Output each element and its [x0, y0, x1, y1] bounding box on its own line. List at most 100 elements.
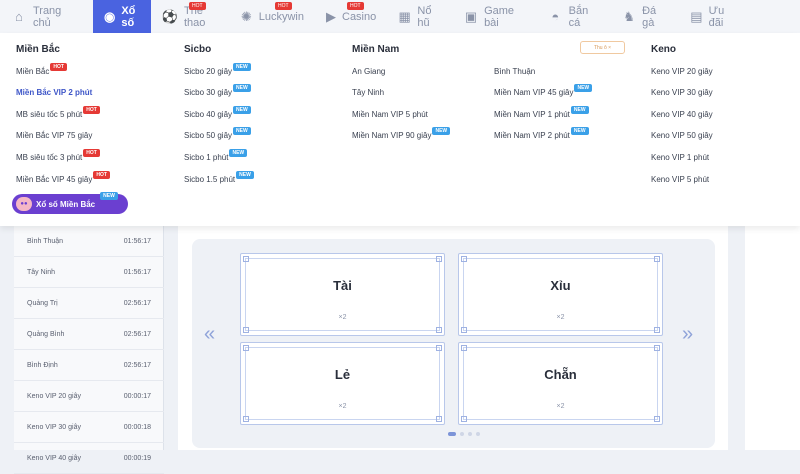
bet-option-card[interactable]: Xỉu ×2: [458, 253, 663, 336]
casino-icon: ▶: [326, 8, 336, 24]
hot-badge: HOT: [83, 106, 100, 114]
list-item[interactable]: Bình Thuận 01:56:17: [14, 226, 164, 257]
pager-dot[interactable]: [460, 432, 464, 436]
pager-dot[interactable]: [448, 432, 456, 436]
menu-link[interactable]: MB siêu tốc 3 phút HOT: [16, 149, 100, 163]
draw-name: Quảng Bình: [27, 330, 65, 338]
ornament-corner: [654, 416, 660, 422]
menu-link[interactable]: Sicbo 30 giây NEW: [184, 84, 251, 98]
nav-item[interactable]: ⚽ Thể thao HOT: [151, 0, 229, 33]
bet-option-card[interactable]: Tài ×2: [240, 253, 445, 336]
list-item[interactable]: Tây Ninh 01:56:17: [14, 257, 164, 288]
menu-link[interactable]: Keno VIP 1 phút: [651, 153, 709, 162]
menu-link[interactable]: Tây Ninh: [352, 88, 384, 97]
bet-option-name: Xỉu: [550, 278, 571, 293]
new-badge: NEW: [432, 127, 451, 135]
collapse-button[interactable]: Thu ô ×: [580, 41, 625, 54]
list-item[interactable]: Keno VIP 40 giây 00:00:19: [14, 443, 164, 474]
menu-link[interactable]: Miền Nam VIP 90 giây NEW: [352, 127, 451, 141]
nav-item-label: Xổ số: [121, 4, 136, 29]
ornament-corner: [243, 345, 249, 351]
menu-link[interactable]: Keno VIP 30 giây: [651, 88, 713, 97]
list-item[interactable]: Keno VIP 20 giây 00:00:17: [14, 381, 164, 412]
draw-name: Keno VIP 20 giây: [27, 392, 81, 400]
new-badge: NEW: [233, 84, 251, 92]
menu-link[interactable]: Bình Thuận: [494, 67, 535, 76]
menu-link[interactable]: Keno VIP 40 giây: [651, 110, 713, 119]
menu-link[interactable]: Miền Nam VIP 5 phút: [352, 110, 428, 119]
list-item[interactable]: Quảng Bình 02:56:17: [14, 319, 164, 350]
nav-item[interactable]: ▶ Casino HOT: [315, 0, 387, 33]
menu-link[interactable]: Sicbo 1.5 phút NEW: [184, 171, 254, 185]
menu-link[interactable]: Keno VIP 5 phút: [651, 175, 709, 184]
ornament-corner: [436, 256, 442, 262]
nav-item[interactable]: ◓ Bắn cá: [537, 0, 611, 33]
pager-dot[interactable]: [468, 432, 472, 436]
ornament-corner: [436, 327, 442, 333]
menu-link[interactable]: Miền Bắc VIP 2 phút: [16, 88, 92, 97]
new-badge: NEW: [233, 106, 251, 114]
nav-item[interactable]: ◉ Xổ số: [93, 0, 151, 33]
lottery-dropdown-menu: Thu ô × ●● Xổ số Miền Bắc NEW Miền Bắc Mi…: [0, 33, 800, 226]
menu-link[interactable]: Miền Nam VIP 2 phút NEW: [494, 127, 589, 141]
promo-chip-mien-bac[interactable]: ●● Xổ số Miền Bắc NEW: [12, 192, 128, 214]
menu-link[interactable]: Keno VIP 50 giây: [651, 131, 713, 140]
bet-odds: ×2: [338, 314, 347, 321]
ornament-corner: [654, 327, 660, 333]
pager-dot[interactable]: [476, 432, 480, 436]
menu-link-label: Sicbo 50 giây: [184, 131, 233, 140]
menu-link[interactable]: Sicbo 1 phút NEW: [184, 149, 248, 163]
bet-odds: ×2: [338, 403, 347, 410]
menu-link-label: Sicbo 40 giây: [184, 110, 233, 119]
bet-option-card[interactable]: Lẻ ×2: [240, 342, 445, 425]
ornament-corner: [461, 345, 467, 351]
soccer-ball-icon: ⚽: [161, 8, 179, 24]
list-item[interactable]: Quảng Trị 02:56:17: [14, 288, 164, 319]
menu-link[interactable]: Miền Bắc VIP 45 giây HOT: [16, 171, 110, 185]
pager-dots: [448, 432, 480, 436]
ornament-corner: [461, 327, 467, 333]
nav-item[interactable]: ▣ Game bài: [453, 0, 537, 33]
menu-link-label: Sicbo 1.5 phút: [184, 175, 236, 184]
countdown-time: 02:56:17: [123, 330, 151, 338]
bet-board: « » Tài ×2 Xỉu ×2 Lẻ ×2 Chẵn ×2: [192, 239, 715, 448]
menu-link-label: Miền Nam VIP 45 giây: [494, 88, 574, 97]
draw-schedule-list: Bình Thuận 01:56:17 Tây Ninh 01:56:17 Quảng …: [14, 226, 164, 474]
list-item[interactable]: Bình Định 02:56:17: [14, 350, 164, 381]
menu-link[interactable]: MB siêu tốc 5 phút HOT: [16, 106, 100, 120]
bet-option-name: Tài: [333, 278, 352, 293]
ornament-corner: [436, 416, 442, 422]
countdown-time: 02:56:17: [123, 361, 151, 369]
list-item[interactable]: Keno VIP 30 giây 00:00:18: [14, 412, 164, 443]
next-arrow-icon[interactable]: »: [682, 323, 693, 346]
menu-link-label: Sicbo 20 giây: [184, 67, 233, 76]
menu-link[interactable]: Miền Nam VIP 1 phút NEW: [494, 106, 589, 120]
nav-item[interactable]: ▤ Ưu đãi: [679, 0, 746, 33]
nav-item-label: Luckywin: [258, 10, 304, 23]
prev-arrow-icon[interactable]: «: [204, 323, 215, 346]
menu-link[interactable]: Miền Bắc VIP 75 giây: [16, 131, 92, 140]
menu-link[interactable]: Sicbo 40 giây NEW: [184, 106, 251, 120]
hot-badge: HOT: [50, 63, 67, 71]
bet-odds: ×2: [556, 403, 565, 410]
menu-link[interactable]: Miền Bắc HOT: [16, 63, 67, 77]
menu-link-label: Miền Bắc VIP 2 phút: [16, 88, 93, 97]
menu-link[interactable]: Miền Nam VIP 45 giây NEW: [494, 84, 593, 98]
menu-link-label: Miền Bắc: [16, 67, 50, 76]
menu-link[interactable]: Sicbo 20 giây NEW: [184, 63, 251, 77]
menu-link[interactable]: Sicbo 50 giây NEW: [184, 127, 251, 141]
countdown-time: 00:00:17: [123, 392, 151, 400]
nav-item[interactable]: ✺ Luckywin HOT: [229, 0, 315, 33]
menu-link-label: Sicbo 30 giây: [184, 88, 233, 97]
draw-name: Keno VIP 40 giây: [27, 454, 81, 462]
nav-item-label: Ưu đãi: [708, 4, 725, 29]
bet-option-card[interactable]: Chẵn ×2: [458, 342, 663, 425]
menu-link[interactable]: Keno VIP 20 giây: [651, 67, 713, 76]
menu-link[interactable]: An Giang: [352, 67, 385, 76]
nav-item[interactable]: ▦ Nổ hũ: [387, 0, 453, 33]
nav-item[interactable]: ⌂ Trang chủ: [0, 0, 93, 33]
nav-item-label: Casino: [342, 10, 377, 23]
menu-column-heading: Miền Bắc: [16, 44, 60, 55]
nav-item[interactable]: ♞ Đá gà: [611, 0, 679, 33]
menu-link-label: Miền Bắc VIP 75 giây: [16, 131, 93, 140]
